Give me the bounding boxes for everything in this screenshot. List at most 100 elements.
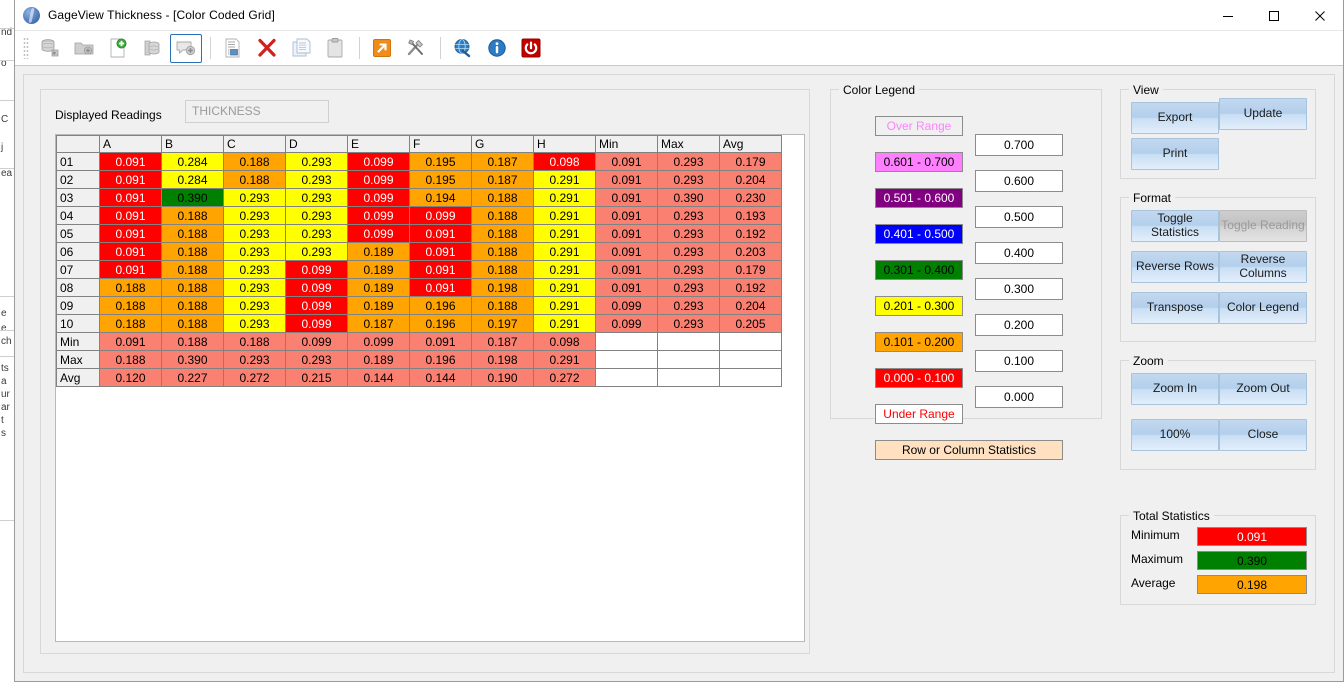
grid-scroll-area[interactable]: ABCDEFGHMinMaxAvg 010.0910.2840.1880.293… xyxy=(55,134,805,642)
grid-row-stat-max[interactable]: 0.293 xyxy=(658,207,720,225)
power-exit-icon[interactable] xyxy=(515,34,547,63)
reverse-rows-button[interactable]: Reverse Rows xyxy=(1131,251,1219,283)
globe-icon[interactable] xyxy=(447,34,479,63)
grid-row-stat-avg[interactable]: 0.203 xyxy=(720,243,782,261)
grid-row-stat-avg[interactable]: 0.193 xyxy=(720,207,782,225)
grid-cell[interactable]: 0.188 xyxy=(100,297,162,315)
maximize-icon[interactable] xyxy=(1251,0,1297,31)
grid-row-stat-min[interactable]: 0.091 xyxy=(596,261,658,279)
grid-cell[interactable]: 0.098 xyxy=(534,153,596,171)
grid-row-stat-min[interactable]: 0.091 xyxy=(596,153,658,171)
grid-cell[interactable]: 0.291 xyxy=(534,261,596,279)
grid-stat-row[interactable]: Avg0.1200.2270.2720.2150.1440.1440.1900.… xyxy=(56,369,782,387)
grid-cell[interactable]: 0.188 xyxy=(162,315,224,333)
grid-cell[interactable]: 0.390 xyxy=(162,189,224,207)
grid-row-header-01[interactable]: 01 xyxy=(56,153,100,171)
grid-row-stat-avg[interactable]: 0.179 xyxy=(720,153,782,171)
grid-row-stat-min[interactable]: 0.091 xyxy=(596,279,658,297)
legend-threshold-1[interactable]: 0.600 xyxy=(975,170,1063,192)
grid-cell[interactable]: 0.293 xyxy=(224,243,286,261)
legend-chip-0[interactable]: Over Range xyxy=(875,116,963,136)
grid-cell[interactable]: 0.293 xyxy=(224,225,286,243)
grid-cell[interactable]: 0.293 xyxy=(286,153,348,171)
transpose-button[interactable]: Transpose xyxy=(1131,292,1219,324)
grid-column-stat-avg[interactable]: 0.190 xyxy=(472,369,534,387)
grid-row-stat-min[interactable]: 0.091 xyxy=(596,225,658,243)
reverse-columns-button[interactable]: Reverse Columns xyxy=(1219,251,1307,283)
grid-row-header-08[interactable]: 08 xyxy=(56,279,100,297)
toggle-statistics-button[interactable]: Toggle Statistics xyxy=(1131,210,1219,242)
new-document-icon[interactable] xyxy=(102,34,134,63)
grid-row-stat-max[interactable]: 0.293 xyxy=(658,315,720,333)
report-icon[interactable] xyxy=(217,34,249,63)
legend-threshold-5[interactable]: 0.200 xyxy=(975,314,1063,336)
grid-cell[interactable]: 0.091 xyxy=(100,261,162,279)
grid-row-header-09[interactable]: 09 xyxy=(56,297,100,315)
grid-cell[interactable]: 0.293 xyxy=(286,189,348,207)
grid-cell[interactable]: 0.293 xyxy=(224,189,286,207)
grid-cell[interactable]: 0.099 xyxy=(348,225,410,243)
grid-cell[interactable]: 0.091 xyxy=(100,171,162,189)
grid-row[interactable]: 030.0910.3900.2930.2930.0990.1940.1880.2… xyxy=(56,189,782,207)
grid-cell[interactable]: 0.189 xyxy=(348,261,410,279)
grid-cell[interactable]: 0.293 xyxy=(224,315,286,333)
grid-row-stat-max[interactable]: 0.293 xyxy=(658,225,720,243)
grid-cell[interactable]: 0.099 xyxy=(348,207,410,225)
grid-column-stat-min[interactable]: 0.099 xyxy=(348,333,410,351)
grid-cell[interactable]: 0.189 xyxy=(348,279,410,297)
grid-cell[interactable]: 0.188 xyxy=(472,189,534,207)
minimize-icon[interactable] xyxy=(1205,0,1251,31)
legend-threshold-0[interactable]: 0.700 xyxy=(975,134,1063,156)
tools-icon[interactable] xyxy=(400,34,432,63)
grid-row-stat-max[interactable]: 0.293 xyxy=(658,243,720,261)
grid-column-header-a[interactable]: A xyxy=(100,135,162,153)
grid-cell[interactable]: 0.188 xyxy=(162,261,224,279)
grid-cell[interactable]: 0.188 xyxy=(472,225,534,243)
grid-cell[interactable]: 0.091 xyxy=(100,189,162,207)
grid-cell[interactable]: 0.293 xyxy=(224,297,286,315)
grid-cell[interactable]: 0.293 xyxy=(224,207,286,225)
grid-row-stat-min[interactable]: 0.091 xyxy=(596,171,658,189)
grid-column-stat-min[interactable]: 0.099 xyxy=(286,333,348,351)
grid-cell[interactable]: 0.293 xyxy=(224,261,286,279)
copy-icon[interactable] xyxy=(285,34,317,63)
grid-cell[interactable]: 0.293 xyxy=(286,225,348,243)
grid-cell[interactable]: 0.099 xyxy=(348,153,410,171)
grid-cell[interactable]: 0.188 xyxy=(100,279,162,297)
grid-row[interactable]: 040.0910.1880.2930.2930.0990.0990.1880.2… xyxy=(56,207,782,225)
legend-threshold-2[interactable]: 0.500 xyxy=(975,206,1063,228)
close-icon[interactable] xyxy=(1297,0,1343,31)
grid-row-header-avg[interactable]: Avg xyxy=(56,369,100,387)
legend-chip-7[interactable]: 0.000 - 0.100 xyxy=(875,368,963,388)
grid-cell[interactable]: 0.187 xyxy=(472,153,534,171)
grid-cell[interactable]: 0.188 xyxy=(472,207,534,225)
grid-column-stat-avg[interactable]: 0.144 xyxy=(410,369,472,387)
grid-cell[interactable]: 0.188 xyxy=(472,261,534,279)
delete-x-icon[interactable] xyxy=(251,34,283,63)
grid-row-stat-avg[interactable]: 0.204 xyxy=(720,297,782,315)
grid-cell[interactable]: 0.198 xyxy=(472,279,534,297)
grid-cell[interactable]: 0.099 xyxy=(286,279,348,297)
grid-row[interactable]: 010.0910.2840.1880.2930.0990.1950.1870.0… xyxy=(56,153,782,171)
legend-chip-3[interactable]: 0.401 - 0.500 xyxy=(875,224,963,244)
info-icon[interactable] xyxy=(481,34,513,63)
grid-row-stat-min[interactable]: 0.091 xyxy=(596,243,658,261)
grid-row-stat-min[interactable]: 0.091 xyxy=(596,189,658,207)
grid-corner-cell[interactable] xyxy=(56,135,100,153)
grid-cell[interactable]: 0.197 xyxy=(472,315,534,333)
grid-column-stat-min[interactable]: 0.188 xyxy=(162,333,224,351)
grid-row-stat-avg[interactable]: 0.230 xyxy=(720,189,782,207)
grid-cell[interactable]: 0.194 xyxy=(410,189,472,207)
grid-cell[interactable]: 0.091 xyxy=(410,225,472,243)
grid-cell[interactable]: 0.099 xyxy=(286,315,348,333)
grid-column-stat-max[interactable]: 0.291 xyxy=(534,351,596,369)
grid-row[interactable]: 070.0910.1880.2930.0990.1890.0910.1880.2… xyxy=(56,261,782,279)
grid-column-header-d[interactable]: D xyxy=(286,135,348,153)
legend-chip-8[interactable]: Under Range xyxy=(875,404,963,424)
grid-cell[interactable]: 0.188 xyxy=(162,207,224,225)
grid-column-stat-min[interactable]: 0.091 xyxy=(100,333,162,351)
grid-row-header-02[interactable]: 02 xyxy=(56,171,100,189)
grid-row-stat-avg[interactable]: 0.192 xyxy=(720,279,782,297)
grid-cell[interactable]: 0.293 xyxy=(286,243,348,261)
color-coded-grid[interactable]: ABCDEFGHMinMaxAvg 010.0910.2840.1880.293… xyxy=(56,135,782,387)
